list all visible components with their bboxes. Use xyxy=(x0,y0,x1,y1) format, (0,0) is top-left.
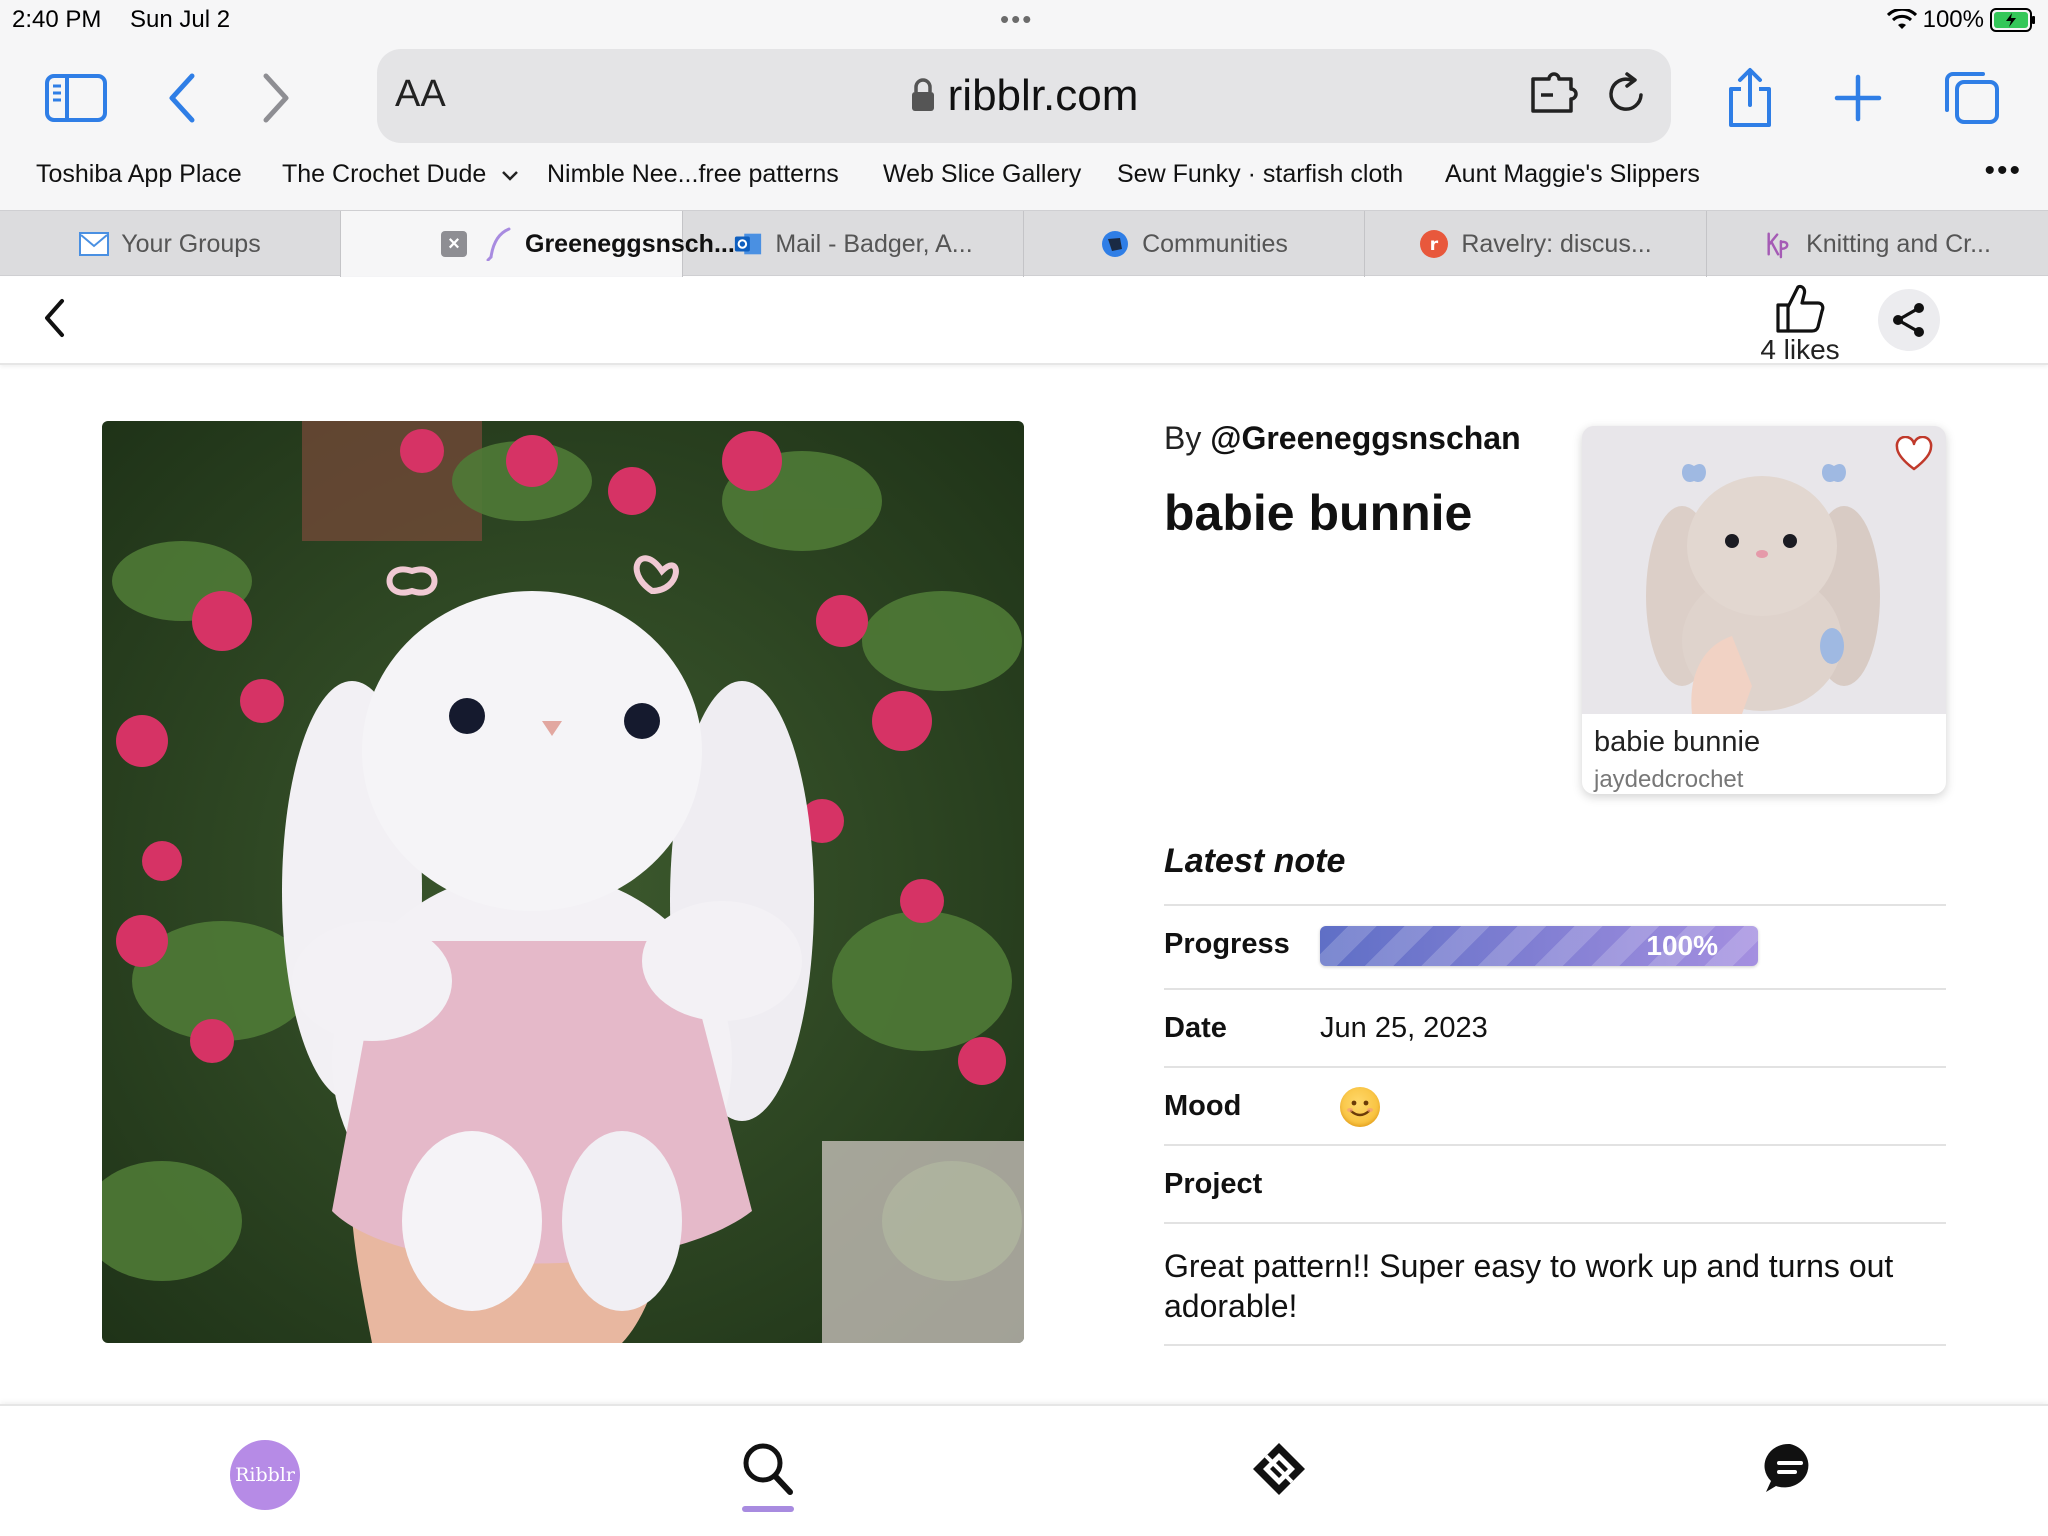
divider xyxy=(1164,988,1946,990)
lock-icon xyxy=(910,74,936,124)
ribblr-home-logo[interactable]: Ribblr xyxy=(230,1440,300,1510)
url-display[interactable]: ribblr.com xyxy=(377,71,1671,124)
divider xyxy=(1164,1066,1946,1068)
tab-label: Ravelry: discus... xyxy=(1461,229,1652,258)
bookmark-item[interactable]: Toshiba App Place xyxy=(36,160,242,189)
bottom-nav: Ribblr xyxy=(0,1404,2048,1536)
battery-icon xyxy=(1990,8,2036,32)
tab-ravelry[interactable]: r Ravelry: discus... xyxy=(1365,211,1707,277)
ravelry-icon: r xyxy=(1419,229,1449,259)
divider xyxy=(1164,1144,1946,1146)
like-button[interactable]: 4 likes xyxy=(1750,281,1850,366)
active-tab-indicator xyxy=(742,1506,794,1512)
status-time: 2:40 PM xyxy=(12,6,102,33)
forward-arrow-icon[interactable] xyxy=(244,68,308,128)
progress-label: Progress xyxy=(1164,928,1290,960)
date-value: Jun 25, 2023 xyxy=(1320,1012,1488,1044)
pattern-designer[interactable]: jaydedcrochet xyxy=(1594,766,1743,794)
bookmark-item[interactable]: Nimble Nee...free patterns xyxy=(547,160,839,189)
logo-text: Ribblr xyxy=(235,1464,295,1486)
app-header: 4 likes xyxy=(0,277,2048,365)
tab-greeneggsnschan[interactable]: × Greeneggsnsch... xyxy=(341,211,735,277)
mail-icon xyxy=(79,229,110,259)
project-label: Project xyxy=(1164,1168,1263,1200)
patterns-diamond-icon[interactable] xyxy=(1250,1440,1308,1503)
likes-count: 4 likes xyxy=(1760,334,1840,365)
status-right: 100% xyxy=(1886,6,2036,34)
tab-mail[interactable]: Mail - Badger, A... xyxy=(683,211,1024,277)
address-bar[interactable]: AA ribblr.com xyxy=(377,49,1671,143)
back-arrow-icon[interactable] xyxy=(150,68,214,128)
by-prefix: By xyxy=(1164,420,1202,456)
share-sheet-icon[interactable] xyxy=(1718,68,1782,128)
tab-label: Knitting and Cr... xyxy=(1806,229,1991,258)
status-bar: 2:40 PM Sun Jul 2 ••• 100% xyxy=(0,0,2048,40)
heart-icon[interactable] xyxy=(1894,435,1934,477)
ribblr-feather-icon xyxy=(485,227,513,261)
status-date: Sun Jul 2 xyxy=(130,6,231,33)
bookmark-item[interactable]: Web Slice Gallery xyxy=(883,160,1081,189)
pattern-card[interactable]: babie bunnie jaydedcrochet xyxy=(1582,426,1946,794)
back-chevron-icon[interactable] xyxy=(40,295,70,346)
project-photo[interactable] xyxy=(102,421,1024,1343)
browser-chrome: 2:40 PM Sun Jul 2 ••• 100% AA ribblr.com… xyxy=(0,0,2048,210)
divider xyxy=(1164,1222,1946,1224)
tab-communities[interactable]: Communities xyxy=(1024,211,1365,277)
close-icon[interactable]: × xyxy=(441,231,467,257)
bookmarks-bar: Toshiba App Place The Crochet Dude Nimbl… xyxy=(0,154,2048,198)
reload-icon[interactable] xyxy=(1605,71,1649,122)
sidebar-icon[interactable] xyxy=(44,68,108,128)
author-link[interactable]: @Greeneggsnschan xyxy=(1210,420,1520,456)
smile-emoji-icon xyxy=(1340,1087,1380,1127)
date-label: Date xyxy=(1164,1012,1227,1044)
chat-icon[interactable] xyxy=(1762,1440,1818,1501)
share-button[interactable] xyxy=(1878,289,1940,351)
tab-label: Mail - Badger, A... xyxy=(775,229,973,258)
thumbs-up-icon xyxy=(1776,284,1825,333)
tab-your-groups[interactable]: Your Groups xyxy=(0,211,341,277)
divider xyxy=(1164,1344,1946,1346)
bookmarks-more-icon[interactable]: ••• xyxy=(1984,154,2022,188)
tab-label: Your Groups xyxy=(121,229,261,258)
tab-bar: Your Groups × Greeneggsnsch... Mail - Ba… xyxy=(0,210,2048,277)
wifi-icon xyxy=(1886,9,1917,31)
tab-label: Communities xyxy=(1142,229,1288,258)
battery-percent: 100% xyxy=(1922,6,1984,33)
pattern-thumbnail xyxy=(1582,426,1946,714)
progress-percent: 100% xyxy=(1646,930,1718,961)
bookmark-folder-label: The Crochet Dude xyxy=(282,160,487,188)
mood-label: Mood xyxy=(1164,1090,1242,1122)
note-text: Great pattern!! Super easy to work up an… xyxy=(1164,1248,1894,1324)
share-icon xyxy=(1893,303,1924,337)
progress-bar: 100% xyxy=(1320,926,1758,966)
communities-icon xyxy=(1100,229,1130,259)
bookmark-item[interactable]: Aunt Maggie's Slippers xyxy=(1445,160,1700,189)
divider xyxy=(1164,904,1946,906)
url-text: ribblr.com xyxy=(947,71,1139,120)
tab-knitting[interactable]: Knitting and Cr... xyxy=(1707,211,2048,277)
svg-text:r: r xyxy=(1430,235,1439,255)
new-tab-plus-icon[interactable] xyxy=(1826,68,1890,128)
extensions-icon[interactable] xyxy=(1529,71,1581,122)
bookmark-folder[interactable]: The Crochet Dude xyxy=(282,160,519,189)
tab-overview-icon[interactable] xyxy=(1940,68,2004,128)
bookmark-item[interactable]: Sew Funky · starfish cloth xyxy=(1117,160,1403,189)
latest-note-heading: Latest note xyxy=(1164,842,1346,880)
post-title: babie bunnie xyxy=(1164,485,1473,541)
kp-icon xyxy=(1764,229,1794,259)
pattern-name: babie bunnie xyxy=(1594,726,1761,758)
browser-toolbar: AA ribblr.com xyxy=(0,46,2048,146)
author-line: By @Greeneggsnschan xyxy=(1164,420,1521,457)
chevron-down-icon xyxy=(502,171,519,181)
multitasking-dots-icon[interactable]: ••• xyxy=(1000,4,1033,35)
outlook-icon xyxy=(733,229,763,259)
search-icon[interactable] xyxy=(740,1440,796,1503)
